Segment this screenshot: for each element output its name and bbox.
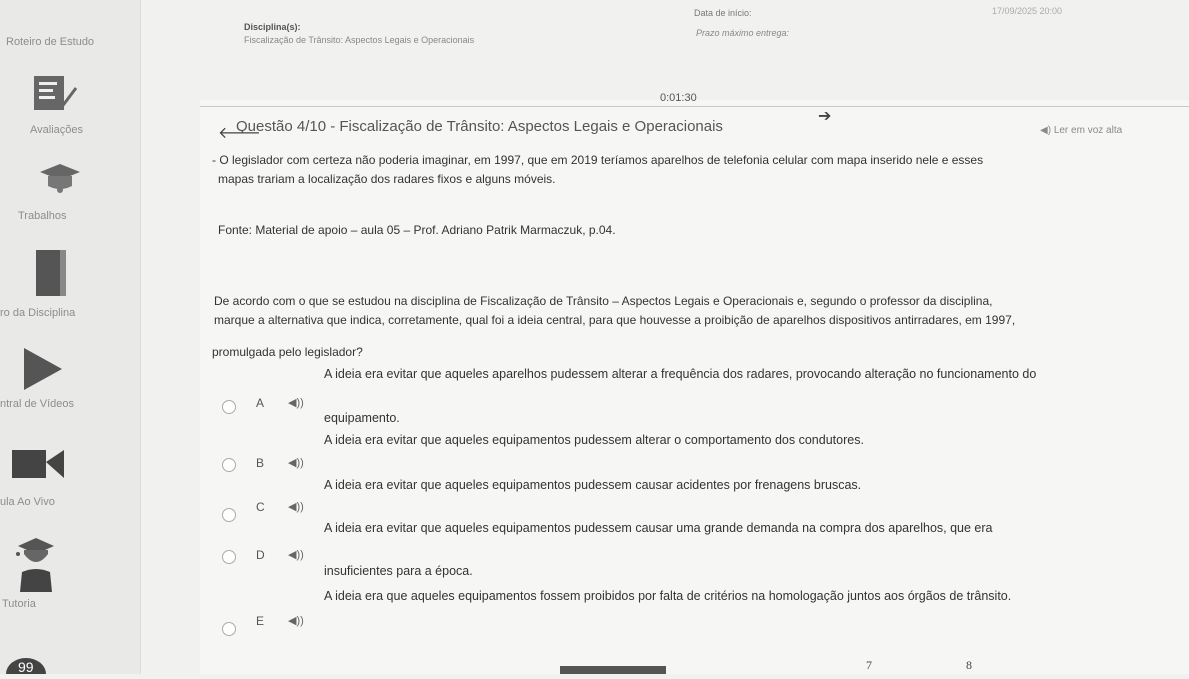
disciplinas-label: Disciplina(s): <box>244 22 301 32</box>
alternative-text-line1: A ideia era evitar que aqueles equipamen… <box>324 433 864 447</box>
alternative-text-line2: equipamento. <box>324 411 400 425</box>
alternative-letter: E <box>256 614 265 628</box>
page-8-button[interactable]: 8 <box>966 658 972 673</box>
question-context-line1: - O legislador com certeza não poderia i… <box>212 153 984 167</box>
sidebar-item-trabalhos[interactable]: Trabalhos <box>18 210 67 222</box>
alternative-letter: D <box>256 548 265 562</box>
question-pagination: 7 8 <box>560 658 1189 674</box>
alternative-text-line2: insuficientes para a época. <box>324 564 473 578</box>
speaker-icon[interactable]: ◀)) <box>288 396 304 409</box>
alternative-b[interactable]: B ◀)) A ideia era evitar que aqueles equ… <box>222 432 1162 472</box>
book-icon[interactable] <box>34 248 70 305</box>
radio-e[interactable] <box>222 622 236 636</box>
sidebar-item-roteiro-label[interactable]: Roteiro de Estudo <box>6 36 94 48</box>
radio-d[interactable] <box>222 550 236 564</box>
radio-b[interactable] <box>222 458 236 472</box>
alternative-a[interactable]: A ◀)) A ideia era evitar que aqueles apa… <box>222 366 1162 426</box>
alternative-letter: B <box>256 456 265 470</box>
alternative-letter: C <box>256 500 265 514</box>
question-title: Questão 4/10 - Fiscalização de Trânsito:… <box>236 118 723 135</box>
play-icon[interactable] <box>22 346 64 397</box>
question-prompt-line1: De acordo com o que se estudou na discip… <box>214 294 993 308</box>
read-aloud-link[interactable]: ◀) Ler em voz alta <box>1040 125 1122 136</box>
quote-icon[interactable]: 99 <box>4 652 48 679</box>
timer: 0:01:30 <box>660 92 697 104</box>
sidebar-item-avaliacoes[interactable]: Avaliações <box>30 124 83 136</box>
data-inicio-value: 17/09/2025 20:00 <box>992 6 1063 16</box>
alternative-text-line1: A ideia era evitar que aqueles equipamen… <box>324 478 862 492</box>
speaker-icon[interactable]: ◀)) <box>288 614 304 627</box>
sidebar-item-livro-disciplina[interactable]: ro da Disciplina <box>0 307 75 319</box>
page-7-button[interactable]: 7 <box>866 658 872 673</box>
speaker-icon[interactable]: ◀)) <box>288 500 304 513</box>
header: Disciplina(s): Fiscalização de Trânsito:… <box>140 0 1189 80</box>
sidebar-item-central-videos[interactable]: ntral de Vídeos <box>0 398 74 410</box>
clipboard-check-icon[interactable] <box>30 70 80 119</box>
timer-divider <box>200 106 1189 107</box>
read-aloud-label: Ler em voz alta <box>1053 125 1123 136</box>
tutor-icon[interactable] <box>14 536 58 599</box>
prazo-label: Prazo máximo entrega: <box>696 28 790 38</box>
alternative-letter: A <box>256 396 265 410</box>
speaker-icon[interactable]: ◀)) <box>288 548 304 561</box>
question-source: Fonte: Material de apoio – aula 05 – Pro… <box>218 223 616 237</box>
alternative-text-line1: A ideia era que aqueles equipamentos fos… <box>324 589 1012 603</box>
question-context-line2: mapas trariam a localização dos radares … <box>218 172 556 186</box>
svg-text:99: 99 <box>18 659 34 674</box>
pagination-bar <box>560 666 666 674</box>
graduation-cap-icon[interactable] <box>38 160 82 201</box>
video-camera-icon[interactable] <box>10 444 66 487</box>
radio-a[interactable] <box>222 400 236 414</box>
question-prompt-line3: promulgada pelo legislador? <box>212 345 363 359</box>
question-prompt-line2: marque a alternativa que indica, correta… <box>214 313 1016 327</box>
speaker-icon[interactable]: ◀)) <box>288 456 304 469</box>
alternative-c[interactable]: C ◀)) A ideia era evitar que aqueles equ… <box>222 476 1162 522</box>
data-inicio-label: Data de início: <box>694 8 752 18</box>
alternative-text-line1: A ideia era evitar que aqueles aparelhos… <box>324 367 1037 381</box>
alternative-text-line1: A ideia era evitar que aqueles equipamen… <box>324 521 993 535</box>
sidebar-item-aula-ao-vivo[interactable]: ula Ao Vivo <box>0 496 55 508</box>
next-question-arrow-icon[interactable]: ➔ <box>818 106 831 126</box>
speaker-icon: ◀) <box>1040 125 1052 136</box>
disciplina-value: Fiscalização de Trânsito: Aspectos Legai… <box>244 35 475 45</box>
alternative-d[interactable]: D ◀)) A ideia era evitar que aqueles equ… <box>222 519 1162 579</box>
alternative-e[interactable]: E ◀)) A ideia era que aqueles equipament… <box>222 586 1162 636</box>
sidebar-item-tutoria[interactable]: Tutoria <box>2 598 36 610</box>
sidebar: Roteiro de Estudo Avaliações Trabalhos r… <box>0 0 141 679</box>
